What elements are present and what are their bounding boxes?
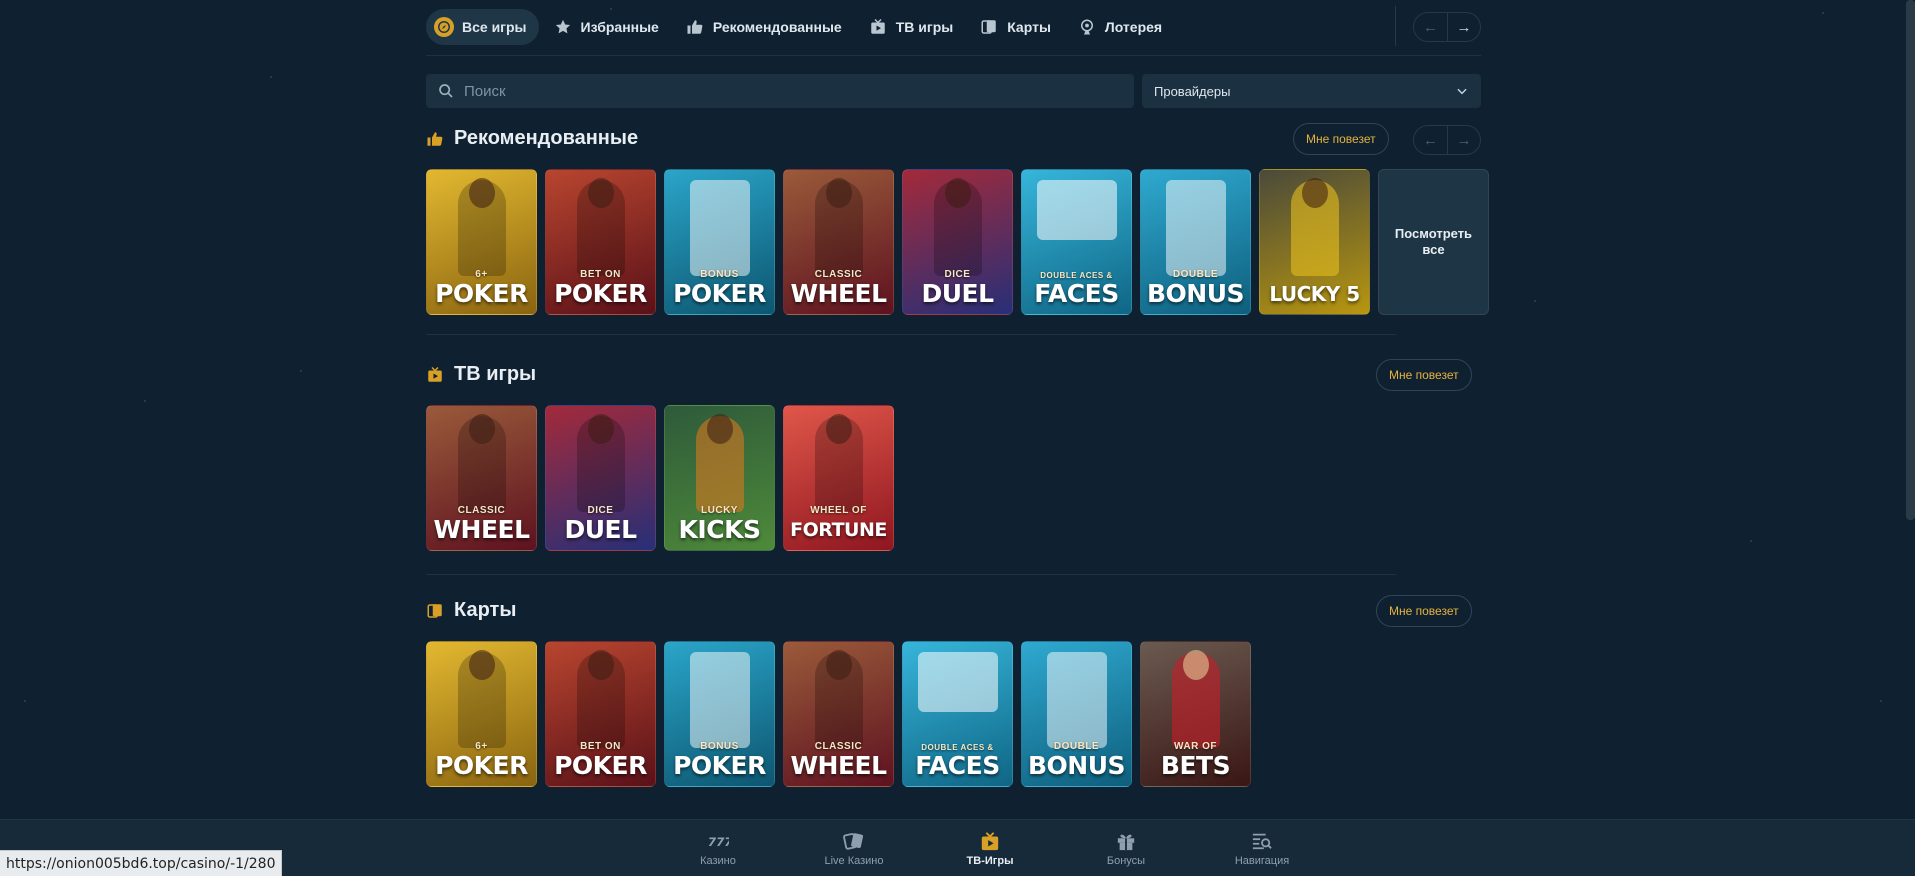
view-all-card[interactable]: Посмотреть все [1378, 169, 1489, 315]
live-cards-icon [843, 832, 864, 850]
tab-favorites[interactable]: Избранные [545, 9, 671, 45]
tab-label: Лотерея [1104, 19, 1163, 35]
game-card[interactable]: DICE DUEL [545, 405, 656, 551]
tab-cards[interactable]: Карты [971, 9, 1063, 45]
nav-bonuses[interactable]: Бонусы [1058, 820, 1194, 876]
game-list: 6+ POKER BET ON POKER BONUS POKER CLASSIC WH… [426, 641, 1251, 787]
game-card[interactable]: DICE DUEL [902, 169, 1013, 315]
star-icon [553, 17, 573, 37]
navigation-search-icon [1252, 833, 1272, 849]
game-card[interactable]: BET ON POKER [545, 641, 656, 787]
tab-tv-games[interactable]: ТВ игры [860, 9, 966, 45]
section-divider [426, 334, 1396, 335]
thumbs-up-icon [427, 131, 443, 146]
game-card[interactable]: DOUBLE BONUS [1021, 641, 1132, 787]
section-title: Рекомендованные [426, 127, 638, 150]
feeling-lucky-button[interactable]: Мне повезет [1376, 359, 1472, 391]
game-card[interactable]: WHEEL OF FORTUNE [783, 405, 894, 551]
search-box [426, 74, 1134, 108]
game-card[interactable]: WAR OF BETS [1140, 641, 1251, 787]
section-title: ТВ игры [426, 363, 536, 386]
search-icon [439, 84, 453, 98]
arrow-left-icon[interactable]: ← [1414, 13, 1447, 41]
game-card[interactable]: BET ON POKER [545, 169, 656, 315]
status-bar-url: https://onion005bd6.top/casino/-1/280 [0, 850, 283, 876]
game-card[interactable]: CLASSIC WHEEL [426, 405, 537, 551]
section-header: ТВ игры Мне повезет [426, 356, 1481, 392]
section-cards: Карты Мне повезет 6+ POKER BET ON POKER BO… [426, 592, 1481, 787]
arrow-right-icon[interactable]: → [1447, 13, 1480, 41]
thumbs-up-icon [685, 17, 705, 37]
page-scrollbar[interactable] [1906, 0, 1915, 520]
nav-tv-games[interactable]: ТВ-Игры [922, 820, 1058, 876]
tv-icon [868, 17, 888, 37]
game-list: CLASSIC WHEEL DICE DUEL LUCKY KICKS WHEEL O… [426, 405, 894, 551]
gift-icon [1117, 834, 1135, 850]
game-list: 6+ POKER BET ON POKER BONUS POKER CLASSIC WH… [426, 169, 1489, 315]
game-card[interactable]: DOUBLE BONUS [1140, 169, 1251, 315]
nav-navigation[interactable]: Навигация [1194, 820, 1330, 876]
tabs-scroll-controls: ← → [1413, 12, 1481, 42]
tv-icon [981, 831, 999, 850]
bottom-navigation: 777 Казино Live Казино ТВ-Игры Бонусы На… [0, 819, 1915, 876]
section-divider [426, 574, 1396, 575]
tab-label: Карты [1007, 19, 1051, 35]
tab-lottery[interactable]: Лотерея [1069, 9, 1174, 45]
game-card[interactable]: DOUBLE ACES & FACES [1021, 169, 1132, 315]
tab-label: Рекомендованные [712, 19, 842, 35]
nav-live-casino[interactable]: Live Казино [786, 820, 922, 876]
game-card[interactable]: 6+ POKER [426, 169, 537, 315]
svg-text:777: 777 [708, 835, 729, 849]
tab-label: Избранные [580, 19, 659, 35]
tv-icon [428, 366, 442, 382]
providers-select[interactable]: Провайдеры [1142, 74, 1481, 108]
game-card[interactable]: DOUBLE ACES & FACES [902, 641, 1013, 787]
tab-label: Все игры [462, 19, 527, 35]
game-card[interactable]: LUCKY KICKS [664, 405, 775, 551]
bottom-nav-items: 777 Казино Live Казино ТВ-Игры Бонусы На… [650, 820, 1330, 876]
section-recommended: Рекомендованные Мне повезет ← → 6+ POKER … [426, 120, 1489, 315]
feeling-lucky-button[interactable]: Мне повезет [1293, 123, 1389, 155]
section-header: Рекомендованные Мне повезет ← → [426, 120, 1481, 156]
chevron-down-icon [1457, 88, 1467, 95]
compass-icon [434, 17, 454, 37]
game-card[interactable]: LUCKY 5 [1259, 169, 1370, 315]
section-header: Карты Мне повезет [426, 592, 1481, 628]
search-input[interactable] [464, 82, 1104, 100]
game-card[interactable]: BONUS POKER [664, 169, 775, 315]
main-content: Все игры Избранные Рекомендованные ТВ иг… [426, 0, 1489, 787]
arrow-right-icon[interactable]: → [1447, 126, 1480, 154]
cards-icon [427, 603, 442, 618]
arrow-left-icon[interactable]: ← [1414, 126, 1447, 154]
game-card[interactable]: BONUS POKER [664, 641, 775, 787]
nav-casino[interactable]: 777 Казино [650, 820, 786, 876]
game-card[interactable]: 6+ POKER [426, 641, 537, 787]
providers-label: Провайдеры [1154, 83, 1231, 99]
cards-icon [979, 17, 999, 37]
section-tv-games: ТВ игры Мне повезет CLASSIC WHEEL DICE DUE… [426, 356, 1481, 551]
search-row: Провайдеры [426, 74, 1481, 110]
category-tabs: Все игры Избранные Рекомендованные ТВ иг… [426, 9, 1174, 45]
category-tabs-bar: Все игры Избранные Рекомендованные ТВ иг… [426, 0, 1481, 56]
casino-777-icon: 777 [708, 835, 729, 849]
tabs-divider [1395, 6, 1396, 46]
game-card[interactable]: CLASSIC WHEEL [783, 641, 894, 787]
lottery-icon [1077, 17, 1097, 37]
section-scroll-controls: ← → [1413, 125, 1481, 155]
feeling-lucky-button[interactable]: Мне повезет [1376, 595, 1472, 627]
tab-label: ТВ игры [895, 19, 954, 35]
tab-recommended[interactable]: Рекомендованные [677, 9, 854, 45]
tab-all-games[interactable]: Все игры [426, 9, 539, 45]
game-card[interactable]: CLASSIC WHEEL [783, 169, 894, 315]
section-title: Карты [426, 599, 516, 622]
